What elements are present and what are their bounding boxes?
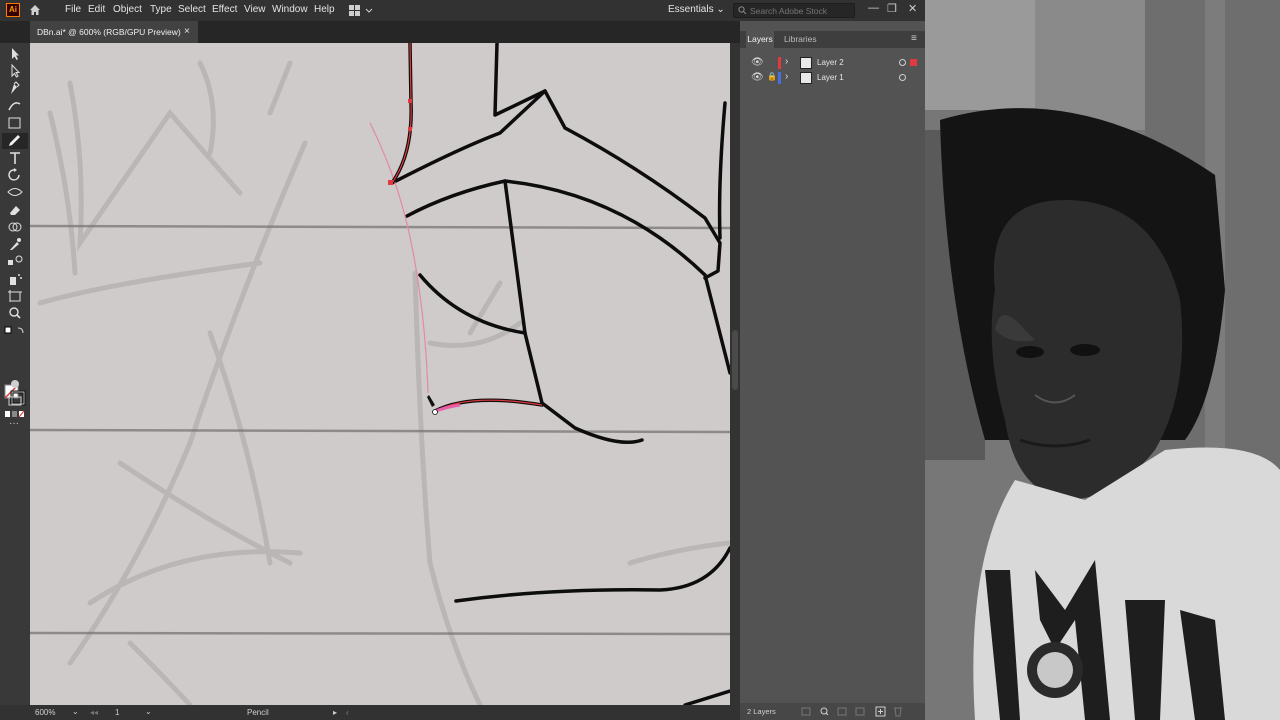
menu-object[interactable]: Object	[113, 4, 142, 15]
webcam-overlay	[925, 0, 1280, 720]
eyedropper-tool-icon[interactable]	[6, 237, 24, 251]
right-panel	[740, 21, 925, 720]
tools-panel: ···	[0, 43, 30, 705]
tab-libraries[interactable]: Libraries	[784, 34, 817, 44]
tab-layers[interactable]: Layers	[746, 31, 774, 48]
artboard-canvas[interactable]	[30, 43, 730, 705]
selection-tool-icon[interactable]	[6, 47, 24, 61]
layer-name[interactable]: Layer 2	[817, 58, 844, 67]
illustrator-app-icon: Ai	[6, 3, 20, 17]
menu-select[interactable]: Select	[178, 4, 206, 15]
artboard-dropdown-chevron-icon[interactable]: ⌄	[145, 707, 152, 716]
curvature-tool-icon[interactable]	[6, 98, 24, 112]
menu-type[interactable]: Type	[150, 4, 172, 15]
presenter-webcam-image	[925, 0, 1280, 720]
menu-bar: Ai File Edit Object Type Select Effect V…	[0, 0, 925, 21]
target-circle-icon[interactable]	[899, 74, 906, 81]
document-tab-title: DBn.ai* @ 600% (RGB/GPU Preview)	[37, 27, 181, 37]
target-circle-icon[interactable]	[899, 59, 906, 66]
layer-color-swatch	[778, 57, 781, 69]
paper-ruled-lines	[30, 224, 730, 636]
chevron-down-icon: ⌄	[716, 4, 725, 15]
pencil-cursor-icon	[427, 395, 438, 415]
type-tool-icon[interactable]	[6, 151, 24, 165]
artboard-nav-prev-icon[interactable]: ◂◂	[90, 708, 98, 717]
adobe-stock-search-input[interactable]	[733, 3, 855, 18]
layer-thumbnail	[800, 72, 812, 84]
pencil-sketch-background	[37, 60, 730, 705]
shape-builder-tool-icon[interactable]	[6, 220, 24, 234]
menu-help[interactable]: Help	[314, 4, 335, 15]
rotate-tool-icon[interactable]	[6, 168, 24, 182]
swap-fill-stroke-icon[interactable]	[4, 326, 26, 336]
layer-color-swatch	[778, 72, 781, 84]
zoom-dropdown-chevron-icon[interactable]: ⌄	[72, 707, 79, 716]
selection-indicator[interactable]	[910, 59, 917, 66]
pencil-tool-icon[interactable]	[6, 134, 24, 148]
layer-row[interactable]: 👁 › Layer 2	[744, 56, 919, 70]
visibility-eye-icon[interactable]: 👁	[751, 57, 764, 68]
color-mode-icons[interactable]	[4, 410, 26, 418]
workspace-label: Essentials	[668, 4, 714, 15]
menu-window[interactable]: Window	[272, 4, 308, 15]
document-tab[interactable]: DBn.ai* @ 600% (RGB/GPU Preview) ×	[30, 21, 198, 43]
maximize-button[interactable]: ❐	[887, 2, 897, 15]
status-bar: 600% ⌄ ◂◂ 1 ⌄ Pencil ▸ ‹	[0, 705, 740, 720]
lock-icon[interactable]: 🔒	[767, 72, 777, 81]
close-tab-icon[interactable]: ×	[184, 26, 190, 37]
direct-selection-tool-icon[interactable]	[6, 64, 24, 78]
drawing-modes-icon[interactable]	[6, 377, 24, 391]
current-tool-label: Pencil	[247, 708, 269, 717]
visibility-eye-icon[interactable]: 👁	[751, 72, 764, 83]
arrange-documents-icon[interactable]	[348, 4, 374, 17]
symbol-sprayer-tool-icon[interactable]	[6, 272, 24, 286]
zoom-tool-icon[interactable]	[6, 306, 24, 320]
expand-chevron-icon[interactable]: ›	[785, 71, 788, 82]
panel-footer-icons[interactable]	[800, 706, 910, 717]
edit-toolbar-more-icon[interactable]: ···	[9, 418, 19, 429]
scrollbar-thumb[interactable]	[732, 330, 738, 390]
panel-footer: 2 Layers	[740, 703, 925, 720]
panel-menu-icon[interactable]: ≡	[911, 33, 917, 44]
layer-thumbnail	[800, 57, 812, 69]
hscroll-left-icon[interactable]: ‹	[346, 708, 349, 717]
expand-chevron-icon[interactable]: ›	[785, 56, 788, 67]
menu-edit[interactable]: Edit	[88, 4, 105, 15]
rectangle-tool-icon[interactable]	[6, 116, 24, 130]
artboard-tool-icon[interactable]	[6, 289, 24, 303]
blend-tool-icon[interactable]	[6, 254, 24, 268]
home-icon[interactable]	[28, 3, 42, 17]
pen-tool-icon[interactable]	[6, 81, 24, 95]
workspace-switcher[interactable]: Essentials ⌄	[668, 4, 725, 15]
layer-name[interactable]: Layer 1	[817, 73, 844, 82]
screen-mode-icon[interactable]	[6, 394, 24, 408]
search-icon	[738, 6, 747, 15]
layer-row[interactable]: 👁 🔒 › Layer 1	[744, 71, 919, 85]
eraser-tool-icon[interactable]	[6, 203, 24, 217]
menu-view[interactable]: View	[244, 4, 266, 15]
menu-effect[interactable]: Effect	[212, 4, 237, 15]
zoom-level[interactable]: 600%	[35, 708, 55, 717]
status-menu-arrow-icon[interactable]: ▸	[333, 708, 337, 717]
artwork	[30, 43, 730, 705]
artboard-number[interactable]: 1	[115, 708, 119, 717]
minimize-button[interactable]: —	[868, 2, 879, 14]
menu-file[interactable]: File	[65, 4, 81, 15]
layer-count: 2 Layers	[747, 707, 776, 716]
close-window-button[interactable]: ✕	[908, 2, 917, 15]
width-tool-icon[interactable]	[6, 185, 24, 199]
